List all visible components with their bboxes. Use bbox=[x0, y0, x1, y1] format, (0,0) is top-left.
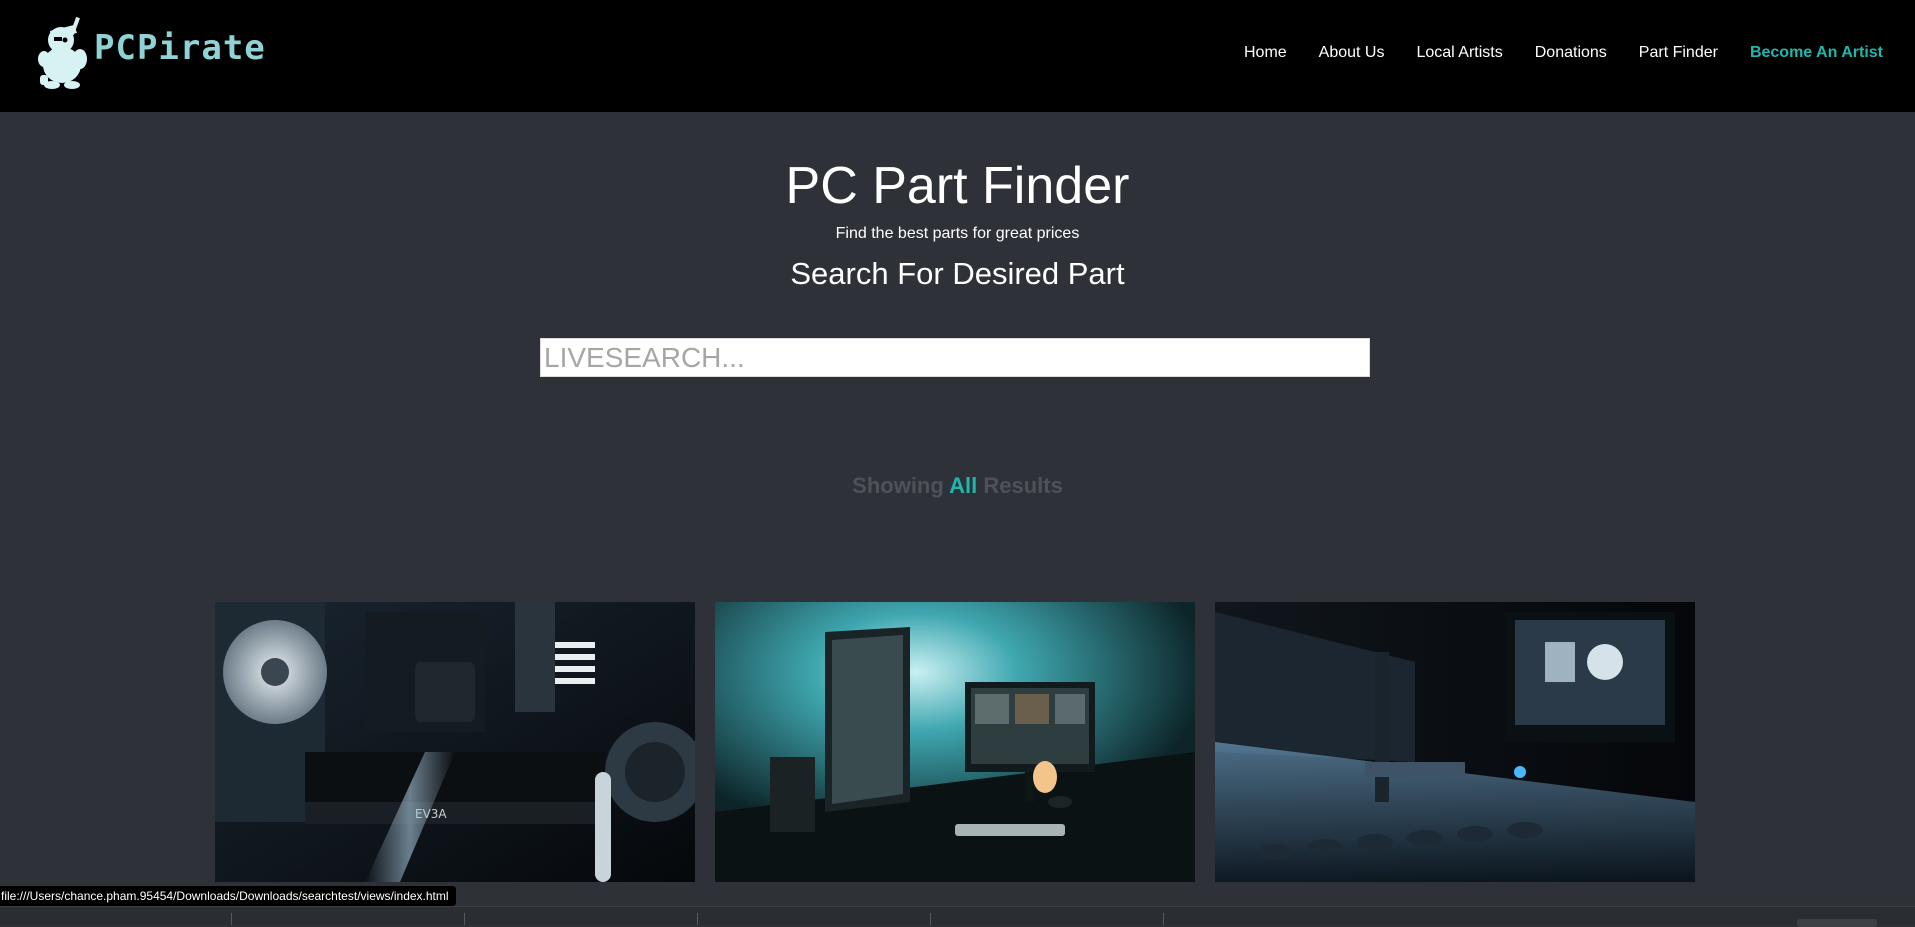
link-preview-statusbar: file:///Users/chance.pham.95454/Download… bbox=[0, 886, 456, 906]
results-prefix: Showing bbox=[852, 473, 944, 498]
gallery-card-gpu[interactable]: EV3A bbox=[215, 602, 695, 882]
divider bbox=[697, 913, 698, 925]
pc-tower-photo bbox=[1215, 602, 1695, 882]
divider bbox=[930, 913, 931, 925]
scroll-handle[interactable] bbox=[1797, 919, 1877, 927]
nav-become-an-artist[interactable]: Become An Artist bbox=[1750, 42, 1883, 64]
results-suffix: Results bbox=[983, 473, 1063, 498]
bottom-frame bbox=[0, 906, 1915, 927]
nav-donations[interactable]: Donations bbox=[1535, 42, 1607, 64]
page-title: PC Part Finder bbox=[785, 157, 1130, 215]
results-summary: Showing All Results bbox=[0, 472, 1915, 500]
main-nav: Home About Us Local Artists Donations Pa… bbox=[1212, 42, 1883, 64]
nav-part-finder[interactable]: Part Finder bbox=[1639, 42, 1718, 64]
top-navbar: PCPirate Home About Us Local Artists Don… bbox=[0, 0, 1915, 112]
nav-home[interactable]: Home bbox=[1244, 42, 1287, 64]
gallery-card-desk[interactable] bbox=[715, 602, 1195, 882]
divider bbox=[1163, 913, 1164, 925]
site-logo[interactable]: PCPirate bbox=[36, 14, 266, 92]
desk-setup-photo bbox=[715, 602, 1195, 882]
nav-local-artists[interactable]: Local Artists bbox=[1416, 42, 1502, 64]
brand-name: PCPirate bbox=[94, 28, 266, 68]
live-search-input[interactable] bbox=[540, 338, 1370, 377]
gallery-card-tower[interactable] bbox=[1215, 602, 1695, 882]
results-filter[interactable]: All bbox=[949, 473, 977, 498]
divider bbox=[231, 913, 232, 925]
nav-about-us[interactable]: About Us bbox=[1319, 42, 1385, 64]
gpu-case-photo: EV3A bbox=[215, 602, 695, 882]
divider bbox=[464, 913, 465, 925]
search-heading: Search For Desired Part bbox=[790, 256, 1125, 291]
page-subtitle: Find the best parts for great prices bbox=[835, 225, 1080, 242]
pirate-mascot-icon bbox=[38, 16, 87, 89]
